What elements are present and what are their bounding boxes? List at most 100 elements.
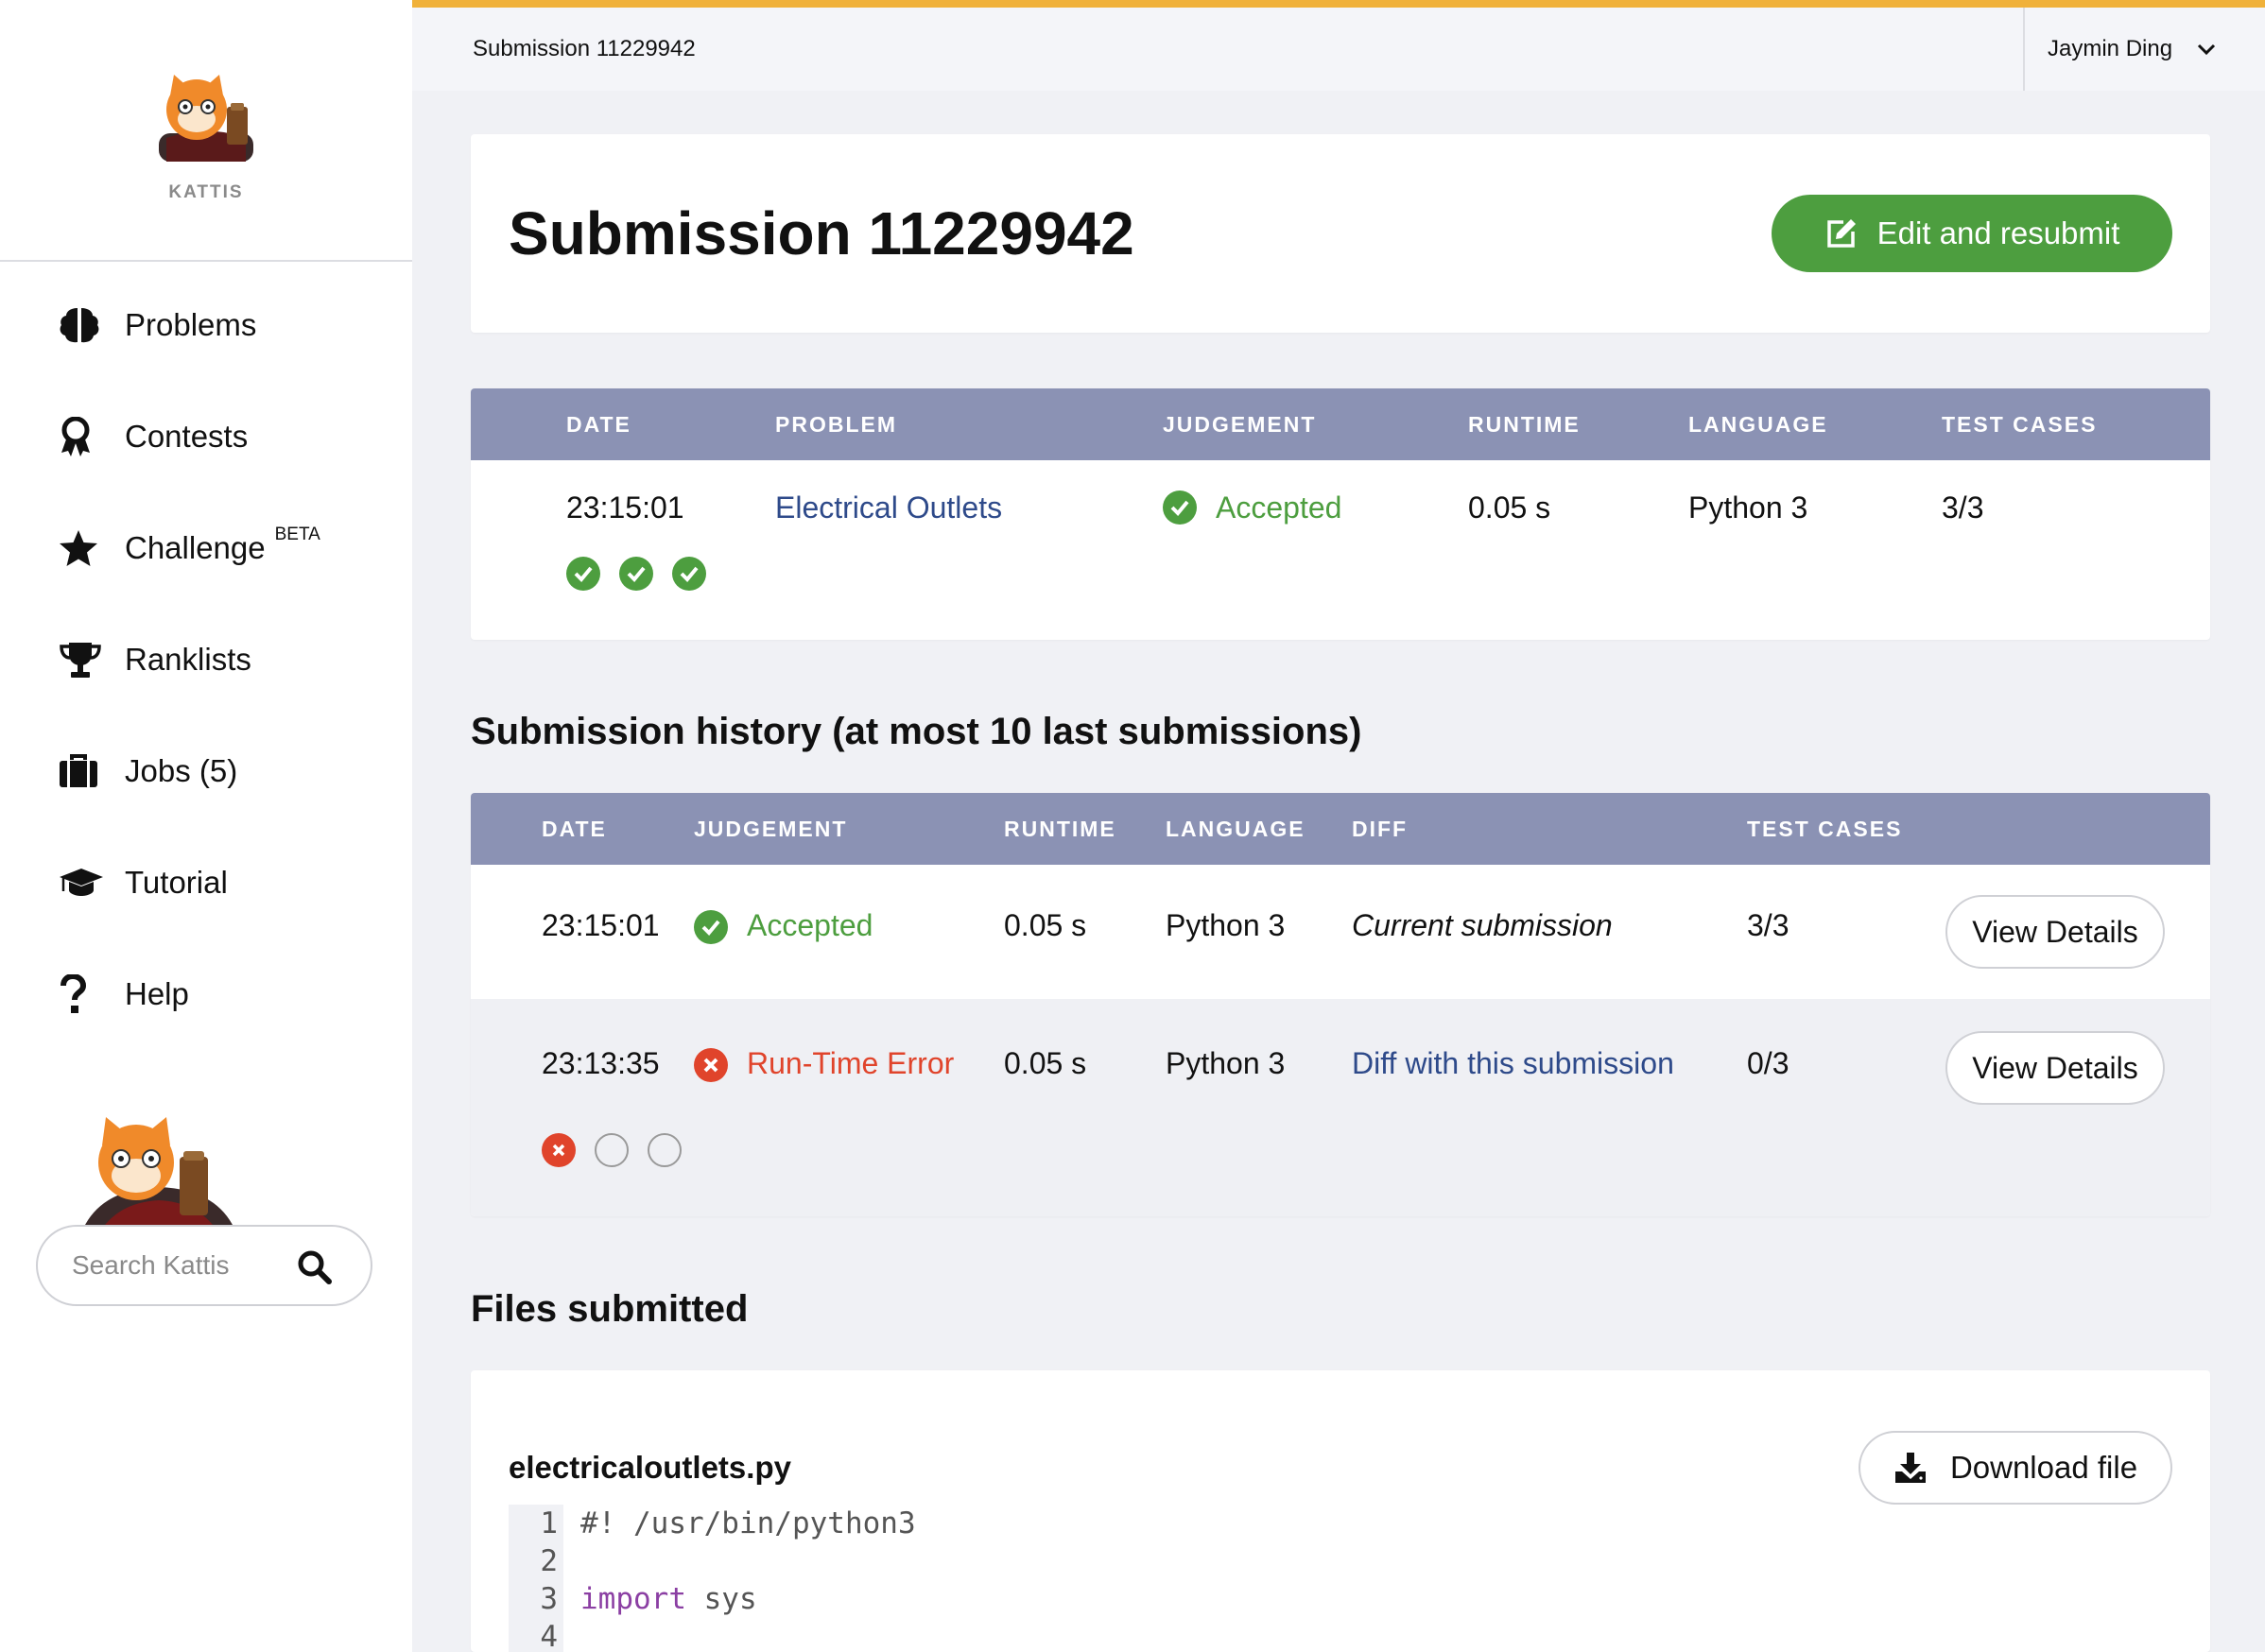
diff-link[interactable]: Diff with this submission	[1352, 1046, 1674, 1081]
code-line: 1 #! /usr/bin/python3	[509, 1505, 2172, 1542]
code-line: 4	[509, 1618, 2172, 1652]
submission-history-table: DATE JUDGEMENT RUNTIME LANGUAGE DIFF TES…	[471, 793, 2210, 1216]
judgement-accepted: Accepted	[1216, 490, 1342, 525]
nav-label: Contests	[125, 419, 249, 454]
table-header: DATE JUDGEMENT RUNTIME LANGUAGE DIFF TES…	[471, 793, 2210, 865]
nav-item-help[interactable]: Help	[0, 938, 412, 1050]
code-line: 3 import sys	[509, 1580, 2172, 1618]
cell-runtime: 0.05 s	[1004, 908, 1087, 942]
cell-language: Python 3	[1688, 490, 1808, 525]
nav-item-ranklists[interactable]: Ranklists	[0, 604, 412, 715]
header-problem: PROBLEM	[775, 412, 897, 437]
breadcrumb: Submission 11229942	[473, 36, 696, 61]
cell-test-cases: 0/3	[1747, 1046, 1790, 1080]
download-icon	[1894, 1453, 1926, 1483]
search-box	[36, 1225, 372, 1306]
trophy-icon	[59, 639, 106, 680]
check-circle-icon	[1163, 490, 1197, 525]
header-language: LANGUAGE	[1688, 412, 1828, 437]
files-card: electricaloutlets.py Download file 1 #! …	[471, 1370, 2210, 1652]
cell-runtime: 0.05 s	[1468, 490, 1551, 525]
judgement-runtime-error: Run-Time Error	[747, 1046, 955, 1080]
search-input[interactable]	[72, 1250, 289, 1281]
cell-diff: Current submission	[1352, 908, 1613, 942]
sidebar: KATTIS Problems Contests Challenge BETA	[0, 0, 412, 1652]
line-number: 3	[509, 1580, 563, 1618]
nav-item-tutorial[interactable]: Tutorial	[0, 827, 412, 938]
download-file-label: Download file	[1949, 1450, 2138, 1485]
line-number: 4	[509, 1618, 563, 1652]
edit-resubmit-button[interactable]: Edit and resubmit	[1772, 195, 2172, 272]
table-row: 23:13:35 Run-Time Error 0.05 s Python 3 …	[471, 999, 2210, 1216]
title-card: Submission 11229942 Edit and resubmit	[471, 134, 2210, 333]
header-test-cases: TEST CASES	[1747, 817, 1903, 841]
code-line: 2	[509, 1542, 2172, 1580]
header-diff: DIFF	[1352, 817, 1409, 841]
cell-language: Python 3	[1166, 908, 1286, 942]
nav-item-challenge[interactable]: Challenge BETA	[0, 492, 412, 604]
kattis-cat-mascot	[83, 1117, 234, 1229]
cell-test-cases: 3/3	[1747, 908, 1790, 942]
test-pass-icon	[672, 557, 706, 591]
cell-date: 23:15:01	[566, 490, 684, 525]
brain-icon	[59, 304, 106, 346]
user-menu[interactable]: Jaymin Ding	[2023, 8, 2265, 91]
view-details-button[interactable]: View Details	[1945, 1031, 2165, 1105]
graduation-cap-icon	[59, 862, 106, 903]
nav-item-contests[interactable]: Contests	[0, 381, 412, 492]
briefcase-icon	[59, 750, 106, 792]
judgement-accepted: Accepted	[747, 908, 873, 942]
edit-icon	[1826, 219, 1856, 248]
header-test-cases: TEST CASES	[1942, 412, 2098, 437]
header-runtime: RUNTIME	[1004, 817, 1116, 841]
code-keyword: import	[580, 1582, 686, 1616]
cell-date: 23:15:01	[542, 908, 660, 942]
view-details-button[interactable]: View Details	[1945, 895, 2165, 969]
cell-date: 23:13:35	[542, 1046, 660, 1080]
test-pass-icon	[566, 557, 600, 591]
beta-badge: BETA	[274, 525, 320, 544]
header-date: DATE	[566, 412, 631, 437]
brand-name: KATTIS	[168, 181, 244, 202]
table-header: DATE PROBLEM JUDGEMENT RUNTIME LANGUAGE …	[471, 388, 2210, 460]
code-rest: sys	[685, 1582, 757, 1616]
header-language: LANGUAGE	[1166, 817, 1305, 841]
code-text: #! /usr/bin/python3	[580, 1506, 916, 1540]
history-title: Submission history (at most 10 last subm…	[471, 711, 1362, 752]
test-not-run-icon	[595, 1133, 629, 1167]
problem-link[interactable]: Electrical Outlets	[775, 490, 1002, 525]
nav-label: Problems	[125, 307, 257, 342]
brand[interactable]: KATTIS	[0, 0, 412, 262]
nav-item-problems[interactable]: Problems	[0, 269, 412, 381]
test-not-run-icon	[648, 1133, 682, 1167]
star-icon	[59, 527, 106, 569]
code-view: 1 #! /usr/bin/python3 2 3 import sys 4	[509, 1505, 2172, 1652]
search-icon[interactable]	[297, 1249, 333, 1285]
line-number: 1	[509, 1505, 563, 1542]
page-title: Submission 11229942	[509, 199, 1134, 267]
nav-item-jobs[interactable]: Jobs (5)	[0, 715, 412, 827]
nav-label: Challenge	[125, 530, 266, 565]
nav-label: Jobs (5)	[125, 753, 238, 788]
top-bar: Submission 11229942 Jaymin Ding	[412, 0, 2265, 91]
code-text: import sys	[563, 1580, 757, 1618]
main-nav: Problems Contests Challenge BETA Ranklis…	[0, 262, 412, 1050]
header-date: DATE	[542, 817, 607, 841]
kattis-cat-logo	[159, 74, 253, 162]
line-number: 2	[509, 1542, 563, 1580]
file-name: electricaloutlets.py	[509, 1450, 791, 1485]
files-title: Files submitted	[471, 1288, 749, 1330]
check-circle-icon	[694, 910, 728, 944]
cell-runtime: 0.05 s	[1004, 1046, 1087, 1080]
error-circle-icon	[694, 1048, 728, 1082]
download-file-button[interactable]: Download file	[1859, 1431, 2172, 1505]
nav-label: Tutorial	[125, 865, 228, 900]
cell-test-cases: 3/3	[1942, 490, 1984, 525]
chevron-down-icon	[2197, 43, 2216, 56]
table-row: 23:15:01 Accepted 0.05 s Python 3 Curren…	[471, 865, 2210, 999]
user-name: Jaymin Ding	[2048, 36, 2173, 61]
header-judgement: JUDGEMENT	[694, 817, 848, 841]
header-runtime: RUNTIME	[1468, 412, 1581, 437]
